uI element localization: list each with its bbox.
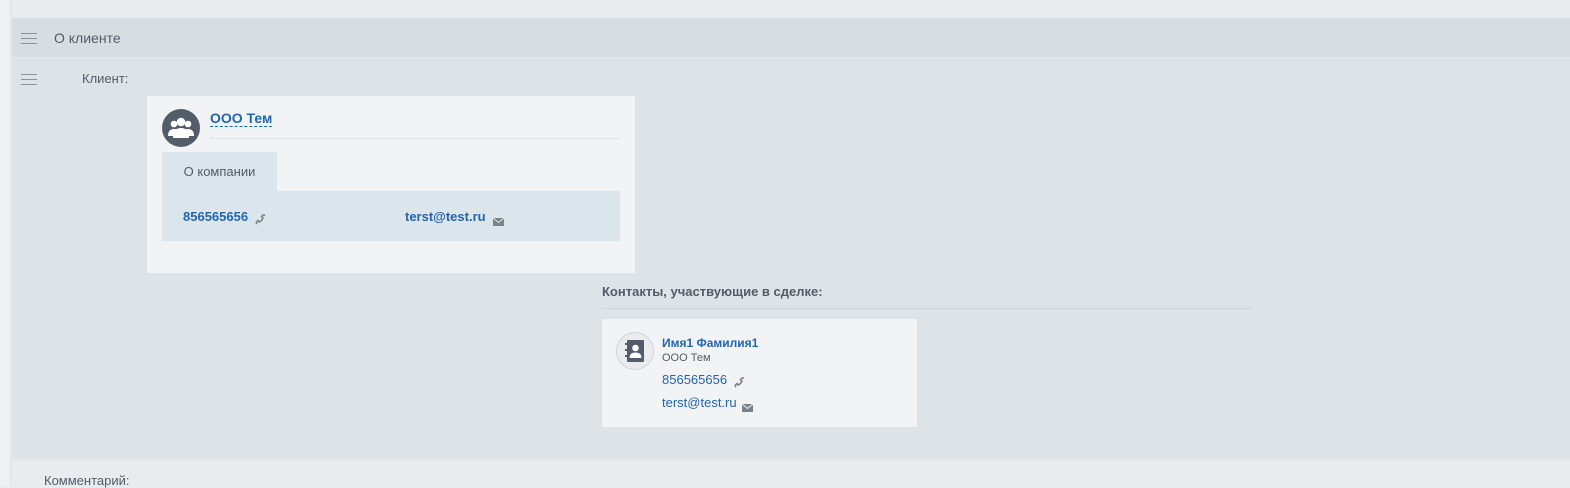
mail-icon[interactable]: [492, 213, 505, 231]
client-label: Клиент:: [82, 71, 129, 86]
section-title: О клиенте: [54, 30, 121, 46]
contact-card: Имя1 Фамилия1 ООО Тем 856565656 terst@te…: [602, 319, 917, 427]
section-header: О клиенте: [12, 18, 1570, 58]
phone-icon[interactable]: [255, 212, 266, 230]
phone-icon[interactable]: [734, 375, 745, 393]
left-border: [0, 0, 11, 486]
company-card: ООО Тем О компании 856565656 terst@test.…: [147, 96, 635, 273]
company-email-link[interactable]: terst@test.ru: [405, 209, 486, 224]
card-divider: [210, 138, 620, 139]
users-group-icon: [162, 109, 200, 147]
company-name-link[interactable]: ООО Тем: [210, 110, 273, 127]
tab-about-company[interactable]: О компании: [162, 152, 277, 191]
client-section: О клиенте Клиент: ООО Тем О компании 856…: [12, 18, 1570, 460]
contact-phone-link[interactable]: 856565656: [662, 372, 727, 387]
contact-email-link[interactable]: terst@test.ru: [662, 395, 737, 410]
company-phone-link[interactable]: 856565656: [183, 209, 248, 224]
mail-icon[interactable]: [741, 399, 754, 417]
drag-handle-icon[interactable]: [21, 33, 37, 44]
contacts-title: Контакты, участвующие в сделке:: [602, 284, 823, 299]
contact-name-link[interactable]: Имя1 Фамилия1: [662, 336, 758, 350]
contact-book-icon: [616, 332, 654, 370]
field-drag-handle-icon[interactable]: [21, 74, 37, 85]
contacts-divider: [602, 308, 1252, 309]
contact-company: ООО Тем: [662, 352, 711, 364]
company-tab-panel: 856565656 terst@test.ru: [162, 191, 620, 241]
